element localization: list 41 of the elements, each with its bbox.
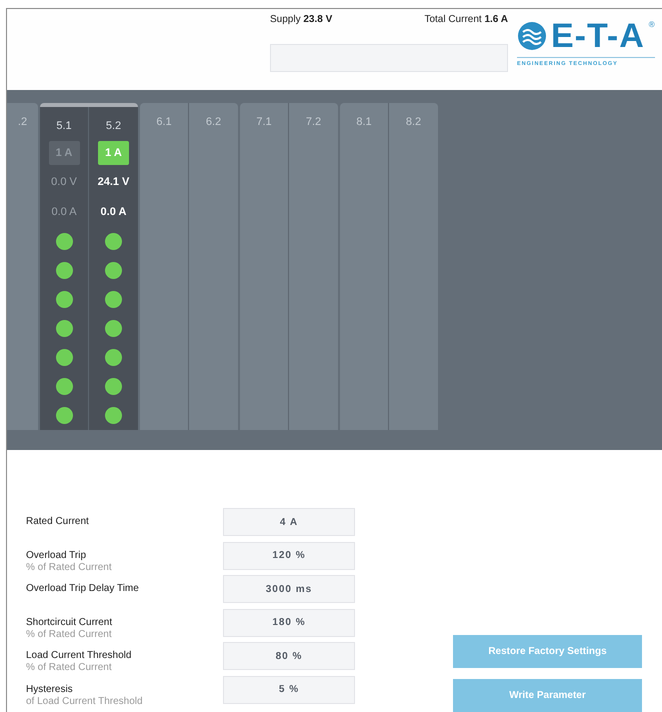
channel-label: 6.2	[206, 115, 222, 129]
parameter-hint: % of Rated Current	[26, 562, 113, 574]
logo-wordmark: E-T-A	[551, 19, 645, 53]
parameter-field[interactable]: 3000 ms	[223, 575, 355, 603]
rating-button[interactable]: 1 A	[98, 141, 129, 165]
channel-label: 6.1	[156, 115, 172, 129]
parameter-field[interactable]: 80 %	[223, 642, 355, 670]
action-button[interactable]: Restore Factory Settings	[453, 635, 642, 668]
channel-label: 7.1	[256, 115, 272, 129]
parameter-label: Load Current Threshold	[26, 650, 132, 662]
parameter-label: Shortcircuit Current	[26, 616, 114, 628]
parameter-field[interactable]: 5 %	[223, 676, 355, 704]
module-card[interactable]: 7.1 7.2	[240, 103, 338, 430]
module-card[interactable]: 6.1 6.2	[140, 103, 238, 430]
parameter-hint: % of Rated Current	[26, 628, 113, 640]
parameter-field[interactable]: 4 A	[223, 508, 355, 536]
voltage-reading: 24.1 V	[98, 175, 130, 190]
parameter-label: Overload Trip Delay Time	[26, 583, 140, 595]
current-reading: 0.0 A	[51, 204, 77, 220]
parameter-field[interactable]: 120 %	[223, 542, 355, 570]
parameter-hint: % of Rated Current	[26, 662, 113, 674]
supply-reading: Supply 23.8 V	[270, 13, 332, 27]
action-button[interactable]: Write Parameter	[453, 679, 642, 712]
voltage-reading: 0.0 V	[51, 175, 77, 190]
channel-label: 8.2	[406, 115, 422, 129]
channel-label: 5.1	[56, 119, 72, 133]
swirl-logo-icon	[517, 21, 547, 51]
channel-label: 7.2	[306, 115, 322, 129]
channel-label: .2	[18, 115, 28, 129]
registered-mark: ®	[648, 19, 655, 31]
parameter-field[interactable]: 180 %	[223, 608, 355, 636]
parameter-hint: of Load Current Threshold	[26, 696, 144, 708]
parameter-label: Hysteresis	[26, 684, 74, 696]
channel-label: 5.2	[106, 119, 122, 133]
parameter-label: Overload Trip	[26, 550, 88, 562]
current-reading: 0.0 A	[100, 204, 126, 220]
parameter-label: Rated Current	[26, 516, 90, 528]
module-card[interactable]: .2	[7, 103, 38, 430]
total-current-reading: Total Current 1.6 A	[424, 13, 508, 27]
module-card[interactable]: 8.1 8.2	[340, 103, 438, 430]
channel-label: 8.1	[356, 115, 372, 129]
